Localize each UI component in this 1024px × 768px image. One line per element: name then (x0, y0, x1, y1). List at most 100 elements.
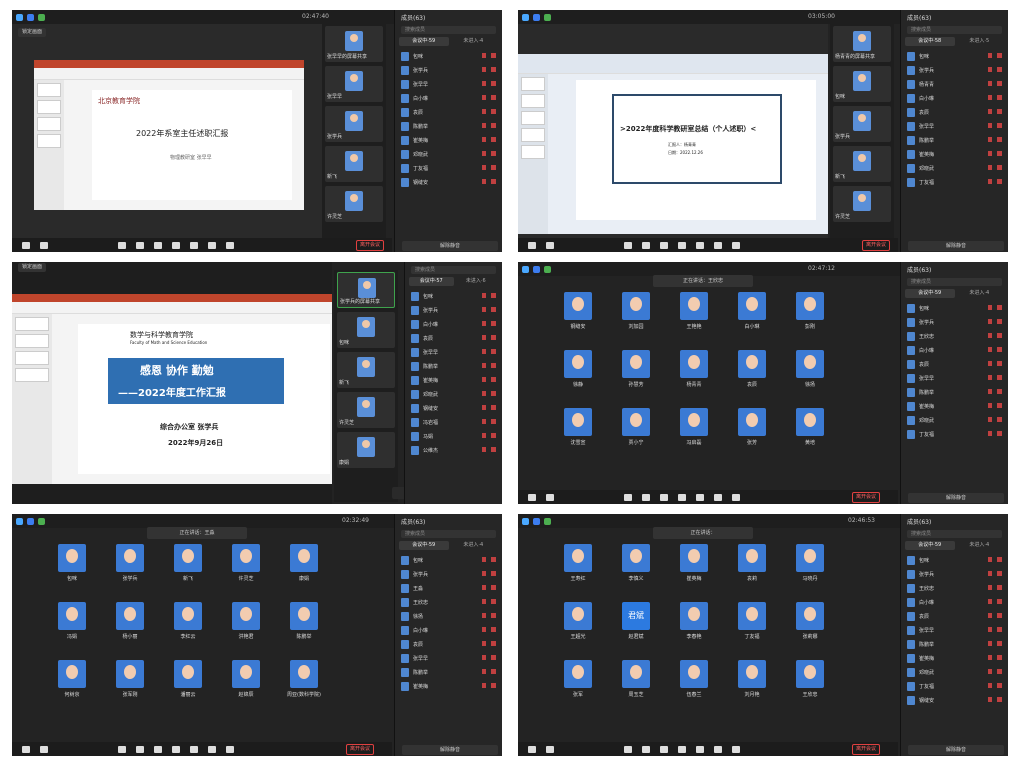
participant-tile[interactable]: 杨小丽 (110, 602, 150, 652)
member-search[interactable]: 搜索成员 (401, 530, 496, 538)
tab-in-meeting[interactable]: 会议中·59 (905, 289, 955, 298)
member-item[interactable]: 陈鹏举 (901, 133, 1008, 147)
participant-tile[interactable]: 李红云 (168, 602, 208, 652)
member-item[interactable]: 张学兵 (395, 63, 502, 77)
leave-meeting-button[interactable]: 离开会议 (852, 744, 880, 755)
record-icon[interactable] (696, 493, 704, 501)
tab-not-joined[interactable]: 未进入·4 (449, 541, 499, 550)
members-icon[interactable] (660, 745, 668, 753)
participant-tile[interactable]: 冯娟 (52, 602, 92, 652)
member-item[interactable]: 张早早 (901, 119, 1008, 133)
participant-tile[interactable]: 丁友福 (732, 602, 772, 652)
participant-tile[interactable]: 王超光 (558, 602, 598, 652)
participant-tile[interactable]: 黄培 (790, 408, 830, 458)
mic-icon[interactable] (528, 241, 536, 249)
member-item[interactable]: 崔英梅 (901, 147, 1008, 161)
member-item[interactable]: 陈鹏举 (901, 385, 1008, 399)
chat-icon[interactable] (172, 745, 180, 753)
participant-tile[interactable]: 张学兵 (110, 544, 150, 594)
tab-not-joined[interactable]: 未进入·4 (449, 37, 499, 46)
participant-tile[interactable]: 伍春兰 (674, 660, 714, 710)
member-item[interactable]: 王欣忠 (901, 329, 1008, 343)
participant-tile[interactable]: 周亚(数科学院) (284, 660, 324, 710)
tab-not-joined[interactable]: 未进入·5 (955, 37, 1005, 46)
record-icon[interactable] (190, 745, 198, 753)
apps-icon[interactable] (714, 493, 722, 501)
member-item[interactable]: 丁友福 (901, 679, 1008, 693)
slide-thumbnails[interactable] (34, 80, 64, 210)
invite-icon[interactable] (642, 745, 650, 753)
mic-icon[interactable] (22, 745, 30, 753)
member-item[interactable]: 白小琳 (901, 343, 1008, 357)
participant-tile[interactable]: 王欣忠 (790, 660, 830, 710)
participant-tile[interactable]: 王寿红 (558, 544, 598, 594)
participant-tile[interactable]: 陈鹏举 (284, 602, 324, 652)
participant-tile[interactable]: 许灵芝 (226, 544, 266, 594)
member-item[interactable]: 白小琳 (901, 91, 1008, 105)
mic-icon[interactable] (528, 745, 536, 753)
member-item[interactable]: 王淼 (395, 581, 502, 595)
settings-icon[interactable] (732, 241, 740, 249)
settings-icon[interactable] (226, 241, 234, 249)
member-item[interactable]: 陈鹏举 (405, 359, 502, 373)
record-icon[interactable] (696, 745, 704, 753)
member-item[interactable]: 张学兵 (901, 63, 1008, 77)
member-item[interactable]: 张早早 (901, 623, 1008, 637)
participant-tile[interactable]: 张军刚 (110, 660, 150, 710)
member-item[interactable]: 邓晓武 (901, 413, 1008, 427)
tab-not-joined[interactable]: 未进入·4 (955, 289, 1005, 298)
invite-icon[interactable] (136, 241, 144, 249)
member-item[interactable]: 张早早 (405, 345, 502, 359)
unmute-button[interactable]: 解除静音 (908, 241, 1004, 251)
unmute-button[interactable]: 解除静音 (402, 745, 498, 755)
member-item[interactable]: 张学兵 (901, 567, 1008, 581)
unmute-button[interactable]: 解除静音 (908, 745, 1004, 755)
members-icon[interactable] (660, 493, 668, 501)
member-item[interactable]: 袁辰 (395, 105, 502, 119)
mic-icon[interactable] (528, 493, 536, 501)
share-icon[interactable] (118, 241, 126, 249)
invite-icon[interactable] (642, 493, 650, 501)
member-item[interactable]: 袁辰 (405, 331, 502, 345)
tab-in-meeting[interactable]: 会议中·58 (905, 37, 955, 46)
share-icon[interactable] (624, 241, 632, 249)
member-item[interactable]: 邓晓武 (901, 665, 1008, 679)
member-item[interactable]: 邓晓武 (901, 161, 1008, 175)
participant-tile[interactable]: 贾小宁 (616, 408, 656, 458)
settings-icon[interactable] (732, 493, 740, 501)
lock-view-button[interactable]: 锁定画面 (18, 28, 47, 37)
member-item[interactable]: 陈鹏举 (395, 119, 502, 133)
participant-tile[interactable]: 李慎义 (616, 544, 656, 594)
members-icon[interactable] (154, 745, 162, 753)
member-item[interactable]: 王欣忠 (901, 581, 1008, 595)
tab-not-joined[interactable]: 未进入·4 (955, 541, 1005, 550)
participant-tile[interactable]: 何树京 (52, 660, 92, 710)
participant-tile[interactable]: 孙慧芳 (616, 350, 656, 400)
camera-icon[interactable] (40, 745, 48, 753)
leave-meeting-button[interactable]: 离开会议 (852, 492, 880, 503)
share-icon[interactable] (624, 745, 632, 753)
settings-icon[interactable] (226, 745, 234, 753)
participant-tile[interactable]: 周玉芝 (616, 660, 656, 710)
camera-icon[interactable] (546, 745, 554, 753)
member-item[interactable]: 丁友福 (901, 427, 1008, 441)
participant-tile[interactable]: 袁辰 (732, 350, 772, 400)
apps-icon[interactable] (714, 745, 722, 753)
participant-tile[interactable]: 康娟 (284, 544, 324, 594)
participant-tile[interactable]: 新飞 (168, 544, 208, 594)
member-item[interactable]: 白小琳 (395, 91, 502, 105)
member-item[interactable]: 包咪 (901, 301, 1008, 315)
lock-view-button[interactable]: 锁定画面 (18, 263, 47, 272)
participant-tile[interactable]: 刘加园 (616, 292, 656, 342)
participant-tile[interactable]: 马晓丹 (790, 544, 830, 594)
participant-tile[interactable]: 张莉娜 (790, 602, 830, 652)
share-icon[interactable] (118, 745, 126, 753)
participant-tile[interactable]: 杨青青 (674, 350, 714, 400)
member-item[interactable]: 包咪 (395, 49, 502, 63)
apps-icon[interactable] (208, 745, 216, 753)
member-item[interactable]: 张学兵 (901, 315, 1008, 329)
tab-in-meeting[interactable]: 会议中·59 (399, 37, 449, 46)
leave-meeting-button[interactable]: 离开会议 (862, 240, 890, 251)
tab-in-meeting[interactable]: 会议中·57 (409, 277, 454, 286)
participant-tile[interactable]: 沈雪宣 (558, 408, 598, 458)
